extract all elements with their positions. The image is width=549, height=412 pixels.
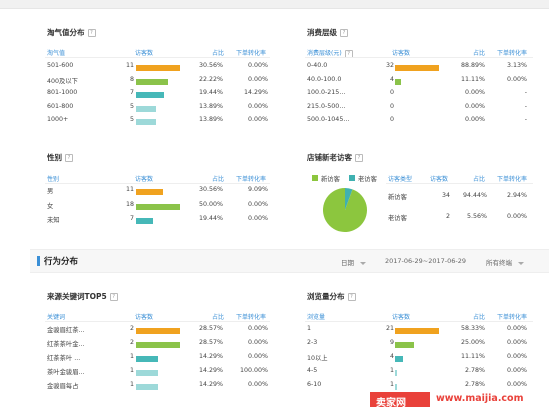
col-header-visitors[interactable]: 访客数: [392, 312, 410, 321]
watermark-url: www.maijia.com: [436, 393, 524, 404]
col-header-conversion[interactable]: 下单转化率: [497, 312, 527, 321]
site-watermark: 卖家网 www.maijia.com: [370, 390, 545, 409]
row-bar: [395, 342, 414, 348]
pageviews-title-text: 浏览量分布: [307, 292, 345, 301]
row-share: 25.00%: [460, 339, 485, 346]
row-visitors: 9: [389, 339, 394, 346]
watermark-badge: 卖家网: [370, 392, 430, 409]
row-bar: [395, 328, 439, 334]
row-conversion: 0.00%: [506, 325, 527, 332]
row-share: 58.33%: [460, 325, 485, 332]
pageviews-panel: 浏览量分布? 浏览量 访客数 占比 下单转化率 1 21 58.33% 0.00% 2-…: [0, 0, 549, 412]
row-label: 6-10: [307, 381, 322, 388]
row-visitors: 1: [389, 381, 394, 388]
row-bar: [395, 370, 398, 376]
row-label: 4-5: [307, 367, 318, 374]
watermark-badge-text: 卖家网: [376, 398, 406, 409]
row-label: 2-3: [307, 339, 318, 346]
col-header-share[interactable]: 占比: [473, 312, 485, 321]
row-conversion: 0.00%: [506, 339, 527, 346]
table-row[interactable]: 10以上 4 11.11% 0.00%: [0, 353, 549, 365]
row-share: 2.78%: [464, 367, 485, 374]
row-label: 10以上: [307, 355, 328, 362]
table-row[interactable]: 1 21 58.33% 0.00%: [0, 325, 549, 337]
row-visitors: 1: [389, 367, 394, 374]
row-visitors: 4: [389, 353, 394, 360]
row-visitors: 21: [385, 325, 394, 332]
col-header-label: 浏览量: [307, 314, 326, 321]
table-row[interactable]: 4-5 1 2.78% 0.00%: [0, 367, 549, 379]
pageviews-title: 浏览量分布?: [307, 291, 356, 302]
row-label: 1: [307, 325, 312, 332]
row-share: 11.11%: [460, 353, 485, 360]
header-divider: [305, 321, 533, 322]
help-icon[interactable]: ?: [347, 293, 356, 301]
row-share: 2.78%: [464, 381, 485, 388]
row-bar: [395, 356, 404, 362]
row-conversion: 0.00%: [506, 367, 527, 374]
row-conversion: 0.00%: [506, 381, 527, 388]
row-conversion: 0.00%: [506, 353, 527, 360]
table-row[interactable]: 2-3 9 25.00% 0.00%: [0, 339, 549, 351]
